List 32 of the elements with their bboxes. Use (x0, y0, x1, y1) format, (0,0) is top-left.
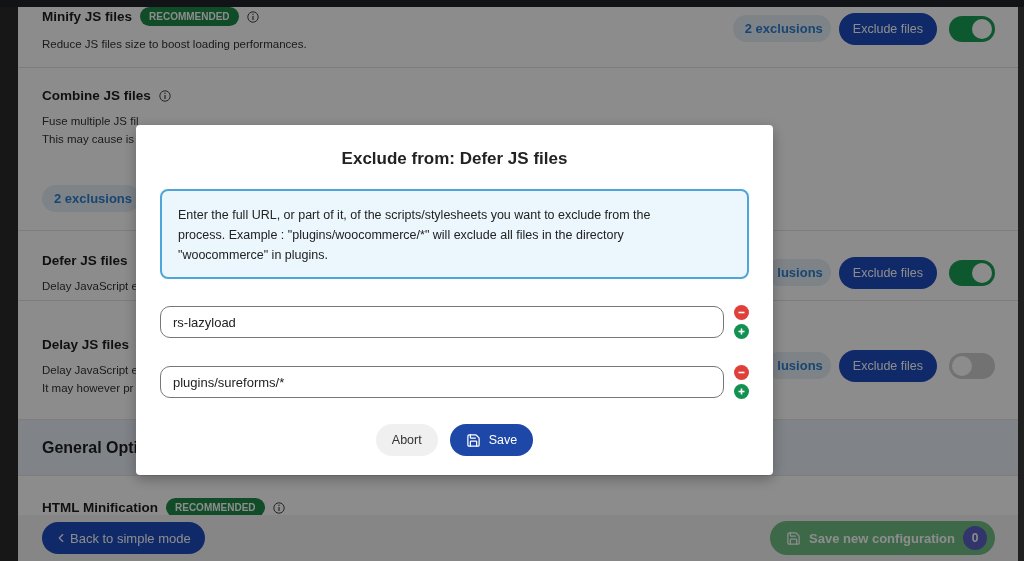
exclude-files-button[interactable]: Exclude files (838, 256, 937, 289)
setting-title: HTML Minification (42, 500, 158, 515)
recommended-badge: RECOMMENDED (140, 7, 239, 26)
setting-description: This may cause is (42, 133, 135, 145)
setting-title: Minify JS files (42, 9, 133, 24)
save-button[interactable]: Save (449, 424, 534, 456)
remove-icon[interactable] (734, 305, 749, 320)
exclusions-count[interactable]: 2 exclusions (732, 15, 831, 42)
change-count: 0 (963, 526, 987, 550)
exclude-files-button[interactable]: Exclude files (838, 12, 937, 45)
dialog-title: Exclude from: Defer JS files (340, 149, 569, 169)
setting-description: Fuse multiple JS fil (42, 115, 139, 127)
toggle-switch[interactable] (949, 259, 995, 286)
exclusion-field[interactable]: rs-lazyload (160, 306, 724, 338)
setting-title: Defer JS files (42, 253, 128, 268)
abort-button[interactable]: Abort (375, 424, 438, 456)
setting-title: Combine JS files (42, 88, 151, 103)
toggle-switch[interactable] (949, 352, 995, 379)
save-icon (465, 432, 481, 448)
back-button[interactable]: Back to simple mode (42, 522, 205, 554)
hint-message: Enter the full URL, or part of it, of the scripts/stylesheets you want to exclude from the process. Example : "plugins/woocommerce/*" will exclude all files in the directory "woocommerce" in plugins. (160, 189, 749, 279)
save-icon (786, 530, 802, 546)
exclusion-field[interactable]: plugins/sureforms/* (160, 366, 724, 398)
add-icon[interactable] (734, 324, 749, 339)
toggle-switch[interactable] (949, 15, 995, 42)
remove-icon[interactable] (734, 365, 749, 380)
setting-description: Reduce JS files size to boost loading performances. (42, 38, 307, 50)
exclude-files-button[interactable]: Exclude files (838, 349, 937, 382)
add-icon[interactable] (734, 384, 749, 399)
recommended-badge: RECOMMENDED (166, 498, 265, 517)
setting-title: Delay JS files (42, 337, 130, 352)
setting-description: It may however pr (42, 382, 134, 394)
